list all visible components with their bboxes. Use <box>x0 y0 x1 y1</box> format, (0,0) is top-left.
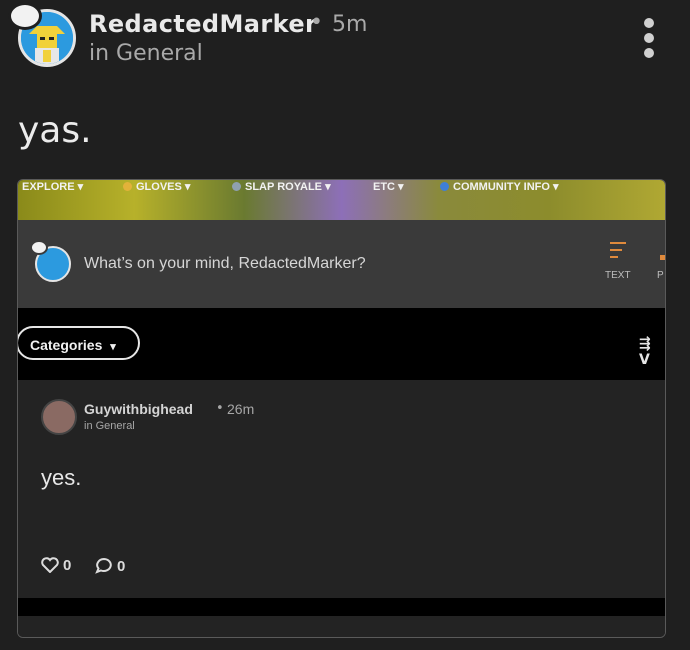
compose-text-label: TEXT <box>605 270 631 281</box>
inner-like-count: 0 <box>41 557 71 574</box>
comment-count-value: 0 <box>117 558 126 575</box>
category-bar: Categories ▾ ⇶ V <box>18 308 665 380</box>
inner-post-time: 26m <box>227 401 255 417</box>
categories-dropdown: Categories ▾ <box>18 326 140 360</box>
inner-author-avatar <box>41 399 77 435</box>
inner-separator-dot: • <box>216 401 224 416</box>
like-count-value: 0 <box>63 557 72 574</box>
post-body: yas. <box>18 110 92 151</box>
compose-prompt: What’s on your mind, RedactedMarker? <box>84 255 366 272</box>
next-post-card <box>18 616 665 637</box>
chat-bubble-icon <box>30 240 48 255</box>
text-icon <box>610 242 626 263</box>
nav-etc: ETC ▾ <box>373 181 404 193</box>
swords-icon <box>232 182 241 191</box>
heart-icon <box>41 557 59 574</box>
inner-post-body: yes. <box>41 465 82 490</box>
nav-explore: EXPLORE ▾ <box>22 181 84 193</box>
user-icon <box>440 182 449 191</box>
nav-gloves-label: GLOVES ▾ <box>136 181 191 193</box>
photo-icon <box>660 255 665 260</box>
nav-community-info-label: COMMUNITY INFO ▾ <box>453 181 559 193</box>
compose-box: What’s on your mind, RedactedMarker? TEX… <box>18 220 665 308</box>
post-category[interactable]: in General <box>89 41 203 66</box>
post-time: 5m <box>332 12 368 37</box>
screenshot-navbar: EXPLORE ▾ GLOVES ▾ SLAP ROYALE ▾ ETC ▾ C… <box>18 180 665 220</box>
chevron-down-icon: ▾ <box>110 341 116 353</box>
categories-label: Categories <box>30 337 103 353</box>
nav-community-info: COMMUNITY INFO ▾ <box>440 180 559 193</box>
attached-screenshot[interactable]: EXPLORE ▾ GLOVES ▾ SLAP ROYALE ▾ ETC ▾ C… <box>17 179 666 638</box>
compose-p-label: P <box>657 270 664 281</box>
inner-author-name: Guywithbighead <box>84 401 193 417</box>
nav-slap-royale-label: SLAP ROYALE ▾ <box>245 181 331 193</box>
glove-icon <box>123 182 132 191</box>
filter-label: ⇶ V <box>639 336 651 368</box>
inner-post-card: Guywithbighead • 26m in General yes. 0 0 <box>18 380 665 598</box>
inner-post-category: in General <box>84 420 135 432</box>
inner-comment-count: 0 <box>95 557 125 575</box>
more-options-icon[interactable] <box>636 18 662 64</box>
author-name[interactable]: RedactedMarker <box>89 10 317 38</box>
chat-bubble-icon <box>8 2 42 30</box>
nav-slap-royale: SLAP ROYALE ▾ <box>232 180 331 193</box>
comment-icon <box>95 557 112 574</box>
separator-dot: • <box>310 10 323 35</box>
nav-gloves: GLOVES ▾ <box>123 180 190 193</box>
separator-band <box>18 598 665 616</box>
